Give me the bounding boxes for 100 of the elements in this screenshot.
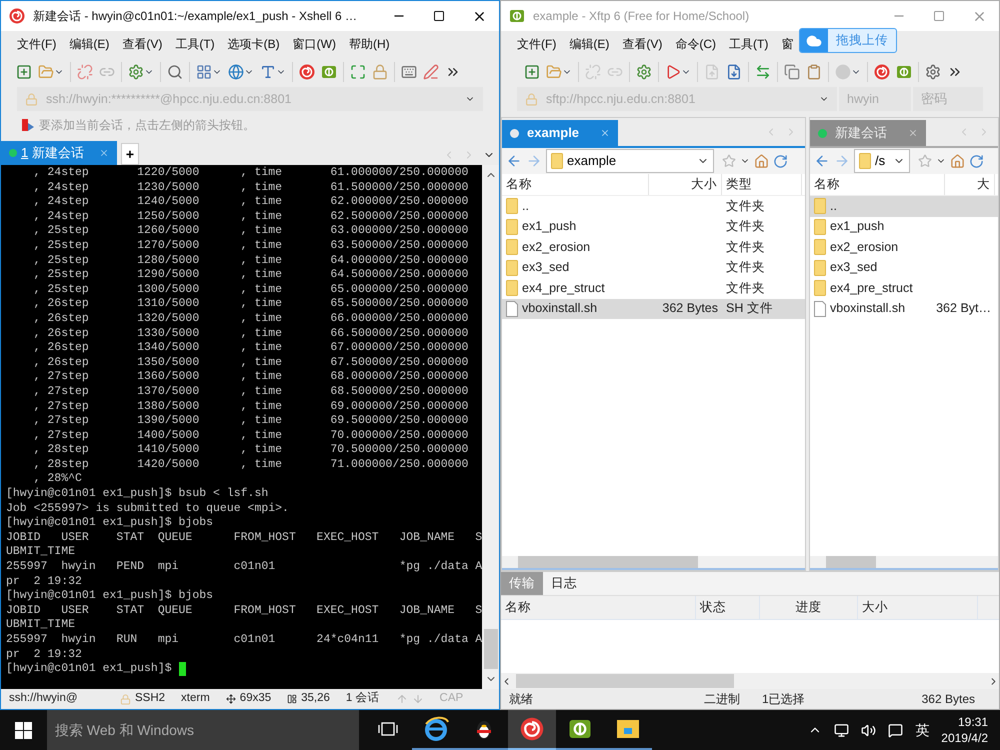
file-row[interactable]: ex1_push 文件夹 <box>502 216 805 237</box>
file-row[interactable]: ex3_sed <box>810 258 998 278</box>
terminal-line: 255997 hwyin RUN mpi c01n01 24*c04n11 *pg ./data A <box>6 633 482 648</box>
column-header[interactable]: 名称 <box>501 596 696 619</box>
folder-icon <box>506 198 518 214</box>
terminal-line: , 26step 1330/5000 , time 66.500000/250.000000 <box>32 326 468 342</box>
column-header[interactable]: 状态 <box>696 596 760 619</box>
terminal-line: [hwyin@c01n01 ex1_push]$ bjobs <box>6 589 214 604</box>
windows-logo-icon <box>15 722 32 738</box>
terminal-line: , 24step 1240/5000 , time 62.000000/250.000000 <box>32 195 468 210</box>
menu-item[interactable]: 窗 <box>781 35 794 53</box>
pane-tab[interactable]: example <box>502 120 618 146</box>
lock-icon <box>25 92 38 106</box>
file-row[interactable]: vboxinstall.sh 362 Byt… <box>810 298 998 319</box>
menu-item[interactable]: 文件(F) <box>17 35 56 53</box>
column-header[interactable]: 大 <box>945 174 995 195</box>
clock-time[interactable]: 19:31 <box>958 714 988 730</box>
scrollbar[interactable] <box>482 165 499 689</box>
transfer-logo-icon <box>321 64 337 80</box>
column-header[interactable]: 进度 <box>760 596 858 619</box>
path-field[interactable]: example <box>546 149 714 173</box>
path-field[interactable]: /s <box>854 149 910 173</box>
close-icon[interactable] <box>908 128 918 138</box>
file-icon <box>704 64 720 80</box>
menu-item[interactable]: 查看(V) <box>122 35 162 53</box>
scroll-thumb[interactable] <box>518 556 698 568</box>
file-row[interactable]: ex1_push <box>810 216 998 237</box>
file-size: 362 Bytes <box>662 300 718 318</box>
ie-icon <box>423 716 449 742</box>
terminal-line: , 25step 1280/5000 , time 64.000000/250.000000 <box>32 254 468 268</box>
refresh-icon[interactable] <box>969 154 984 168</box>
password-field[interactable]: 密码 <box>913 87 983 111</box>
terminal-line: , 25step 1260/5000 , time 63.000000/250.000000 <box>32 224 468 239</box>
input-method[interactable]: 英 <box>915 720 930 740</box>
terminal-line: , 26step 1340/5000 , time 67.000000/250.000000 <box>32 341 468 356</box>
scroll-thumb[interactable] <box>516 674 734 688</box>
column-header[interactable]: 大小 <box>858 596 978 619</box>
folder-icon <box>551 153 563 169</box>
status-address: ssh://hwyin@ <box>9 691 79 706</box>
folder-icon <box>859 153 871 169</box>
menu-item[interactable]: 帮助(H) <box>348 35 390 53</box>
menu-item[interactable]: 命令(C) <box>675 35 716 53</box>
window-title: 新建会话 - hwyin@c01n01:~/example/ex1_push - Xshell 6 … <box>33 8 358 25</box>
terminal-line: JOBID USER STAT QUEUE FROM_HOST EXEC_HOST JOB_NAME S <box>6 604 482 618</box>
column-header[interactable]: 大小 <box>649 174 722 195</box>
column-header[interactable]: 类型 <box>722 174 802 195</box>
add-tab-button[interactable]: + <box>121 143 139 165</box>
file-row[interactable]: ex4_pre_struct 文件夹 <box>502 278 805 298</box>
file-row[interactable]: ex2_erosion <box>810 237 998 258</box>
panel-tab[interactable]: 日志 <box>543 572 585 595</box>
file-name: ex1_push <box>830 218 884 236</box>
folder-icon <box>38 64 54 80</box>
refresh-icon[interactable] <box>773 154 788 168</box>
terminal-line: , 26step 1320/5000 , time 66.000000/250.000000 <box>32 312 468 327</box>
column-header[interactable]: 名称 <box>502 174 649 195</box>
file-row[interactable]: .. 文件夹 <box>502 196 805 216</box>
file-row[interactable]: ex3_sed 文件夹 <box>502 258 805 278</box>
scrollbar[interactable] <box>502 556 805 570</box>
folder-icon <box>814 239 826 256</box>
column-header[interactable]: 名称 <box>810 174 945 195</box>
menu-item[interactable]: 编辑(E) <box>69 35 110 53</box>
forward-icon[interactable] <box>526 153 542 169</box>
terminal-line: , 27step 1390/5000 , time 69.500000/250.000000 <box>32 414 468 429</box>
notification-icon[interactable] <box>888 722 904 738</box>
close-icon[interactable] <box>600 128 610 138</box>
scrollbar[interactable] <box>501 673 999 689</box>
menu-item[interactable]: 文件(F) <box>517 35 556 53</box>
taskbar-app[interactable] <box>508 710 556 750</box>
scroll-thumb[interactable] <box>484 629 498 669</box>
pen-icon <box>423 64 439 80</box>
network-icon[interactable] <box>834 722 850 738</box>
menu-item[interactable]: 选项卡(B) <box>228 35 280 53</box>
file-row[interactable]: .. <box>810 196 998 216</box>
menu-item[interactable]: 编辑(E) <box>569 35 610 53</box>
file-type: 文件夹 <box>726 198 765 213</box>
terminal-line: , 24step 1220/5000 , time 61.000000/250.000000 <box>32 166 468 181</box>
file-row[interactable]: vboxinstall.sh 362 Bytes SH 文件 <box>502 298 805 319</box>
transfer-arrows-icon <box>755 64 771 80</box>
file-row[interactable]: ex4_pre_struct <box>810 278 998 298</box>
lock-icon <box>120 694 131 704</box>
session-tab[interactable]: 1 新建会话 <box>1 141 117 165</box>
search-field[interactable]: 搜索 Web 和 Windows <box>47 710 359 750</box>
back-icon[interactable] <box>814 153 830 169</box>
scrollbar[interactable] <box>810 556 998 570</box>
menu-item[interactable]: 工具(T) <box>175 35 215 53</box>
forward-icon[interactable] <box>834 153 850 169</box>
menu-item[interactable]: 工具(T) <box>729 35 768 53</box>
shell-logo-icon <box>299 64 315 80</box>
scroll-thumb[interactable] <box>826 556 876 568</box>
back-icon[interactable] <box>506 153 522 169</box>
file-type: SH 文件 <box>726 301 773 316</box>
file-name: ex1_push <box>522 218 576 236</box>
close-icon[interactable] <box>99 148 109 158</box>
volume-icon[interactable] <box>861 722 876 738</box>
terminal-line: , 27step 1400/5000 , time 70.000000/250.000000 <box>32 428 468 444</box>
clock-date[interactable]: 2019/4/2 <box>941 730 988 746</box>
terminal-line: , 27step 1380/5000 , time 69.000000/250.000000 <box>32 400 468 414</box>
file-row[interactable]: ex2_erosion 文件夹 <box>502 237 805 258</box>
menu-item[interactable]: 查看(V) <box>622 35 662 53</box>
menu-item[interactable]: 窗口(W) <box>292 35 336 53</box>
